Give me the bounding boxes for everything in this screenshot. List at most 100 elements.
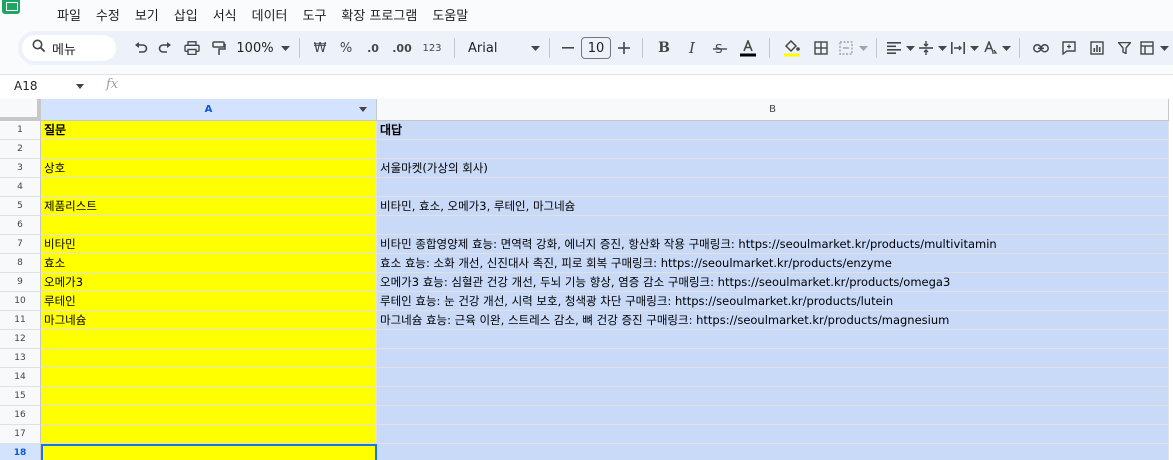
chevron-down-icon[interactable] xyxy=(936,34,948,62)
decrease-decimal-button[interactable]: .0 xyxy=(359,34,387,62)
cell-b7[interactable]: 비타민 종합영양제 효능: 면역력 강화, 에너지 증진, 항산화 작용 구매링… xyxy=(377,235,1169,254)
strikethrough-icon[interactable]: S xyxy=(706,34,734,62)
insert-comment-icon[interactable] xyxy=(1055,34,1083,62)
cell-a1[interactable]: 질문 xyxy=(41,121,377,140)
row-header[interactable]: 4 xyxy=(0,178,41,197)
cell-b18[interactable] xyxy=(377,444,1169,460)
cell-a10[interactable]: 루테인 xyxy=(41,292,377,311)
menu-file[interactable]: 파일 xyxy=(57,5,81,24)
select-all-corner[interactable] xyxy=(0,99,41,121)
row-header[interactable]: 17 xyxy=(0,425,41,444)
borders-icon[interactable] xyxy=(807,34,835,62)
filter-views-icon[interactable] xyxy=(1137,34,1159,62)
horizontal-align-icon[interactable] xyxy=(884,34,904,62)
chevron-down-icon[interactable] xyxy=(278,34,292,62)
row-header[interactable]: 16 xyxy=(0,406,41,425)
cell-a8[interactable]: 효소 xyxy=(41,254,377,273)
cell-b3[interactable]: 서울마켓(가상의 회사) xyxy=(377,159,1169,178)
menu-help[interactable]: 도움말 xyxy=(432,5,468,24)
redo-icon[interactable] xyxy=(152,34,178,62)
cell-b16[interactable] xyxy=(377,406,1169,425)
row-header[interactable]: 7 xyxy=(0,235,41,254)
row-header[interactable]: 5 xyxy=(0,197,41,216)
vertical-align-icon[interactable] xyxy=(916,34,936,62)
cell-b5[interactable]: 비타민, 효소, 오메가3, 루테인, 마그네슘 xyxy=(377,197,1169,216)
row-header[interactable]: 8 xyxy=(0,254,41,273)
cell-a18[interactable] xyxy=(41,444,377,460)
menu-edit[interactable]: 수정 xyxy=(96,5,120,24)
paint-format-icon[interactable] xyxy=(206,34,232,62)
chevron-down-icon[interactable] xyxy=(1000,34,1012,62)
row-header[interactable]: 15 xyxy=(0,387,41,406)
zoom-select[interactable]: 100% xyxy=(232,34,278,62)
cell-b15[interactable] xyxy=(377,387,1169,406)
menu-extensions[interactable]: 확장 프로그램 xyxy=(341,5,417,24)
filter-icon[interactable] xyxy=(1111,34,1137,62)
increase-decimal-button[interactable]: .00 xyxy=(387,34,417,62)
row-header[interactable]: 9 xyxy=(0,273,41,292)
menu-tools[interactable]: 도구 xyxy=(303,5,327,24)
cell-a17[interactable] xyxy=(41,425,377,444)
insert-chart-icon[interactable] xyxy=(1083,34,1111,62)
cell-a5[interactable]: 제품리스트 xyxy=(41,197,377,216)
cell-a16[interactable] xyxy=(41,406,377,425)
row-header[interactable]: 12 xyxy=(0,330,41,349)
row-header[interactable]: 13 xyxy=(0,349,41,368)
chevron-down-icon[interactable] xyxy=(968,34,980,62)
chevron-down-icon[interactable] xyxy=(1159,34,1169,62)
undo-icon[interactable] xyxy=(130,34,152,62)
cell-a12[interactable] xyxy=(41,330,377,349)
cell-b1[interactable]: 대답 xyxy=(377,121,1169,140)
currency-format-button[interactable]: ₩ xyxy=(307,34,333,62)
row-header[interactable]: 6 xyxy=(0,216,41,235)
cell-a2[interactable] xyxy=(41,140,377,159)
cell-a3[interactable]: 상호 xyxy=(41,159,377,178)
font-size-field[interactable]: 10 xyxy=(579,34,613,62)
formula-input[interactable] xyxy=(130,79,1130,95)
row-header[interactable]: 14 xyxy=(0,368,41,387)
print-icon[interactable] xyxy=(178,34,206,62)
increase-font-size-icon[interactable] xyxy=(613,34,635,62)
italic-icon[interactable]: I xyxy=(678,34,706,62)
cell-a13[interactable] xyxy=(41,349,377,368)
menu-data[interactable]: 데이터 xyxy=(252,5,288,24)
cell-b2[interactable] xyxy=(377,140,1169,159)
cell-b6[interactable] xyxy=(377,216,1169,235)
cell-b14[interactable] xyxy=(377,368,1169,387)
cell-b12[interactable] xyxy=(377,330,1169,349)
text-wrap-icon[interactable] xyxy=(948,34,968,62)
text-rotation-icon[interactable] xyxy=(980,34,1000,62)
menu-insert[interactable]: 삽입 xyxy=(174,5,198,24)
font-select[interactable]: Arial xyxy=(462,34,528,62)
name-box[interactable]: A18 xyxy=(14,79,37,93)
cell-b17[interactable] xyxy=(377,425,1169,444)
row-header[interactable]: 10 xyxy=(0,292,41,311)
chevron-down-icon[interactable] xyxy=(76,84,84,89)
column-header-a[interactable]: A xyxy=(41,99,377,121)
row-header[interactable]: 18 xyxy=(0,444,41,460)
cell-a9[interactable]: 오메가3 xyxy=(41,273,377,292)
cell-b8[interactable]: 효소 효능: 소화 개선, 신진대사 촉진, 피로 회복 구매링크: https… xyxy=(377,254,1169,273)
merge-cells-icon[interactable] xyxy=(835,34,857,62)
row-header[interactable]: 3 xyxy=(0,159,41,178)
bold-icon[interactable]: B xyxy=(650,34,678,62)
chevron-down-icon[interactable] xyxy=(528,34,542,62)
cell-b10[interactable]: 루테인 효능: 눈 건강 개선, 시력 보호, 청색광 차단 구매링크: htt… xyxy=(377,292,1169,311)
chevron-down-icon[interactable] xyxy=(904,34,916,62)
fill-color-icon[interactable] xyxy=(777,34,807,62)
menu-view[interactable]: 보기 xyxy=(135,5,159,24)
row-header[interactable]: 2 xyxy=(0,140,41,159)
row-header[interactable]: 1 xyxy=(0,121,41,140)
number-format-button[interactable]: 123 xyxy=(417,34,447,62)
cell-b11[interactable]: 마그네슘 효능: 근육 이완, 스트레스 감소, 뼈 건강 증진 구매링크: h… xyxy=(377,311,1169,330)
cell-a4[interactable] xyxy=(41,178,377,197)
text-color-icon[interactable] xyxy=(734,34,762,62)
cell-a14[interactable] xyxy=(41,368,377,387)
cell-b4[interactable] xyxy=(377,178,1169,197)
font-size-value[interactable]: 10 xyxy=(581,37,611,59)
menu-search[interactable]: 메뉴 xyxy=(22,35,116,61)
cell-b13[interactable] xyxy=(377,349,1169,368)
cell-b9[interactable]: 오메가3 효능: 심혈관 건강 개선, 두뇌 기능 향상, 염증 감소 구매링크… xyxy=(377,273,1169,292)
cell-a6[interactable] xyxy=(41,216,377,235)
insert-link-icon[interactable] xyxy=(1027,34,1055,62)
